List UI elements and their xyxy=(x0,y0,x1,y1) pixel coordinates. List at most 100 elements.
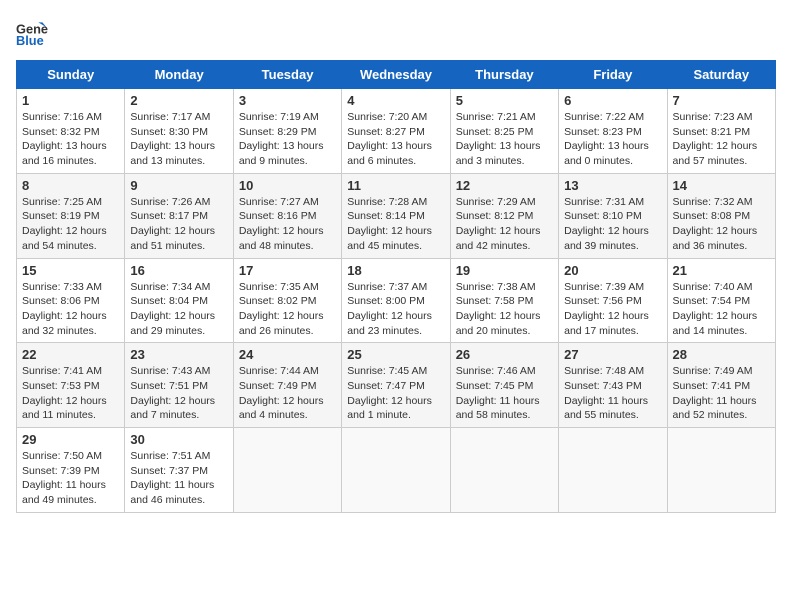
day-detail: Sunrise: 7:50 AMSunset: 7:39 PMDaylight:… xyxy=(22,449,119,508)
day-number: 25 xyxy=(347,347,444,362)
day-number: 7 xyxy=(673,93,770,108)
empty-cell xyxy=(667,428,775,513)
day-detail: Sunrise: 7:17 AMSunset: 8:30 PMDaylight:… xyxy=(130,110,227,169)
day-number: 17 xyxy=(239,263,336,278)
weekday-header-wednesday: Wednesday xyxy=(342,61,450,89)
day-detail: Sunrise: 7:32 AMSunset: 8:08 PMDaylight:… xyxy=(673,195,770,254)
day-detail: Sunrise: 7:51 AMSunset: 7:37 PMDaylight:… xyxy=(130,449,227,508)
day-number: 30 xyxy=(130,432,227,447)
day-detail: Sunrise: 7:29 AMSunset: 8:12 PMDaylight:… xyxy=(456,195,553,254)
empty-cell xyxy=(559,428,667,513)
calendar-table: SundayMondayTuesdayWednesdayThursdayFrid… xyxy=(16,60,776,513)
calendar-day-23: 23 Sunrise: 7:43 AMSunset: 7:51 PMDayligh… xyxy=(125,343,233,428)
day-number: 1 xyxy=(22,93,119,108)
calendar-day-15: 15 Sunrise: 7:33 AMSunset: 8:06 PMDayligh… xyxy=(17,258,125,343)
day-detail: Sunrise: 7:16 AMSunset: 8:32 PMDaylight:… xyxy=(22,110,119,169)
day-detail: Sunrise: 7:34 AMSunset: 8:04 PMDaylight:… xyxy=(130,280,227,339)
weekday-header-saturday: Saturday xyxy=(667,61,775,89)
day-detail: Sunrise: 7:44 AMSunset: 7:49 PMDaylight:… xyxy=(239,364,336,423)
day-detail: Sunrise: 7:39 AMSunset: 7:56 PMDaylight:… xyxy=(564,280,661,339)
day-detail: Sunrise: 7:33 AMSunset: 8:06 PMDaylight:… xyxy=(22,280,119,339)
day-number: 12 xyxy=(456,178,553,193)
logo-icon: General Blue xyxy=(16,16,48,48)
weekday-header-friday: Friday xyxy=(559,61,667,89)
day-detail: Sunrise: 7:23 AMSunset: 8:21 PMDaylight:… xyxy=(673,110,770,169)
calendar-day-4: 4 Sunrise: 7:20 AMSunset: 8:27 PMDaylight… xyxy=(342,89,450,174)
day-number: 2 xyxy=(130,93,227,108)
day-number: 21 xyxy=(673,263,770,278)
calendar-day-9: 9 Sunrise: 7:26 AMSunset: 8:17 PMDaylight… xyxy=(125,173,233,258)
day-number: 4 xyxy=(347,93,444,108)
day-detail: Sunrise: 7:49 AMSunset: 7:41 PMDaylight:… xyxy=(673,364,770,423)
calendar-day-16: 16 Sunrise: 7:34 AMSunset: 8:04 PMDayligh… xyxy=(125,258,233,343)
calendar-day-14: 14 Sunrise: 7:32 AMSunset: 8:08 PMDayligh… xyxy=(667,173,775,258)
calendar-day-22: 22Sunrise: 7:41 AMSunset: 7:53 PMDayligh… xyxy=(17,343,125,428)
calendar-day-12: 12 Sunrise: 7:29 AMSunset: 8:12 PMDayligh… xyxy=(450,173,558,258)
calendar-day-17: 17 Sunrise: 7:35 AMSunset: 8:02 PMDayligh… xyxy=(233,258,341,343)
calendar-day-18: 18Sunrise: 7:37 AMSunset: 8:00 PMDayligh… xyxy=(342,258,450,343)
day-number: 28 xyxy=(673,347,770,362)
day-number: 14 xyxy=(673,178,770,193)
calendar-day-29: 29 Sunrise: 7:50 AMSunset: 7:39 PMDayligh… xyxy=(17,428,125,513)
page-header: General Blue xyxy=(16,16,776,48)
calendar-day-28: 28 Sunrise: 7:49 AMSunset: 7:41 PMDayligh… xyxy=(667,343,775,428)
day-number: 22 xyxy=(22,347,119,362)
logo: General Blue xyxy=(16,16,52,48)
calendar-day-21: 21 Sunrise: 7:40 AMSunset: 7:54 PMDayligh… xyxy=(667,258,775,343)
day-number: 10 xyxy=(239,178,336,193)
calendar-day-13: 13Sunrise: 7:31 AMSunset: 8:10 PMDayligh… xyxy=(559,173,667,258)
calendar-day-10: 10Sunrise: 7:27 AMSunset: 8:16 PMDayligh… xyxy=(233,173,341,258)
calendar-day-19: 19 Sunrise: 7:38 AMSunset: 7:58 PMDayligh… xyxy=(450,258,558,343)
day-detail: Sunrise: 7:38 AMSunset: 7:58 PMDaylight:… xyxy=(456,280,553,339)
calendar-day-24: 24 Sunrise: 7:44 AMSunset: 7:49 PMDayligh… xyxy=(233,343,341,428)
calendar-day-7: 7 Sunrise: 7:23 AMSunset: 8:21 PMDaylight… xyxy=(667,89,775,174)
day-number: 24 xyxy=(239,347,336,362)
calendar-day-5: 5 Sunrise: 7:21 AMSunset: 8:25 PMDaylight… xyxy=(450,89,558,174)
day-detail: Sunrise: 7:20 AMSunset: 8:27 PMDaylight:… xyxy=(347,110,444,169)
day-number: 16 xyxy=(130,263,227,278)
svg-text:Blue: Blue xyxy=(16,33,44,48)
day-detail: Sunrise: 7:22 AMSunset: 8:23 PMDaylight:… xyxy=(564,110,661,169)
day-number: 23 xyxy=(130,347,227,362)
day-number: 18 xyxy=(347,263,444,278)
day-number: 15 xyxy=(22,263,119,278)
calendar-day-25: 25 Sunrise: 7:45 AMSunset: 7:47 PMDayligh… xyxy=(342,343,450,428)
day-number: 13 xyxy=(564,178,661,193)
day-number: 27 xyxy=(564,347,661,362)
calendar-day-6: 6 Sunrise: 7:22 AMSunset: 8:23 PMDaylight… xyxy=(559,89,667,174)
calendar-day-8: 8Sunrise: 7:25 AMSunset: 8:19 PMDaylight… xyxy=(17,173,125,258)
weekday-header-sunday: Sunday xyxy=(17,61,125,89)
day-number: 20 xyxy=(564,263,661,278)
calendar-day-30: 30 Sunrise: 7:51 AMSunset: 7:37 PMDayligh… xyxy=(125,428,233,513)
day-number: 9 xyxy=(130,178,227,193)
empty-cell xyxy=(233,428,341,513)
day-detail: Sunrise: 7:21 AMSunset: 8:25 PMDaylight:… xyxy=(456,110,553,169)
day-number: 19 xyxy=(456,263,553,278)
day-number: 5 xyxy=(456,93,553,108)
day-detail: Sunrise: 7:43 AMSunset: 7:51 PMDaylight:… xyxy=(130,364,227,423)
day-number: 8 xyxy=(22,178,119,193)
calendar-day-2: 2 Sunrise: 7:17 AMSunset: 8:30 PMDaylight… xyxy=(125,89,233,174)
empty-cell xyxy=(342,428,450,513)
day-detail: Sunrise: 7:35 AMSunset: 8:02 PMDaylight:… xyxy=(239,280,336,339)
weekday-header-tuesday: Tuesday xyxy=(233,61,341,89)
day-detail: Sunrise: 7:48 AMSunset: 7:43 PMDaylight:… xyxy=(564,364,661,423)
weekday-header-thursday: Thursday xyxy=(450,61,558,89)
calendar-day-27: 27 Sunrise: 7:48 AMSunset: 7:43 PMDayligh… xyxy=(559,343,667,428)
day-detail: Sunrise: 7:26 AMSunset: 8:17 PMDaylight:… xyxy=(130,195,227,254)
day-number: 6 xyxy=(564,93,661,108)
day-detail: Sunrise: 7:19 AMSunset: 8:29 PMDaylight:… xyxy=(239,110,336,169)
calendar-day-20: 20 Sunrise: 7:39 AMSunset: 7:56 PMDayligh… xyxy=(559,258,667,343)
day-number: 3 xyxy=(239,93,336,108)
calendar-day-3: 3 Sunrise: 7:19 AMSunset: 8:29 PMDaylight… xyxy=(233,89,341,174)
day-detail: Sunrise: 7:45 AMSunset: 7:47 PMDaylight:… xyxy=(347,364,444,423)
day-detail: Sunrise: 7:40 AMSunset: 7:54 PMDaylight:… xyxy=(673,280,770,339)
day-number: 29 xyxy=(22,432,119,447)
empty-cell xyxy=(450,428,558,513)
day-number: 26 xyxy=(456,347,553,362)
calendar-day-1: 1 Sunrise: 7:16 AMSunset: 8:32 PMDaylight… xyxy=(17,89,125,174)
day-number: 11 xyxy=(347,178,444,193)
calendar-day-26: 26Sunrise: 7:46 AMSunset: 7:45 PMDayligh… xyxy=(450,343,558,428)
weekday-header-monday: Monday xyxy=(125,61,233,89)
calendar-day-11: 11Sunrise: 7:28 AMSunset: 8:14 PMDayligh… xyxy=(342,173,450,258)
